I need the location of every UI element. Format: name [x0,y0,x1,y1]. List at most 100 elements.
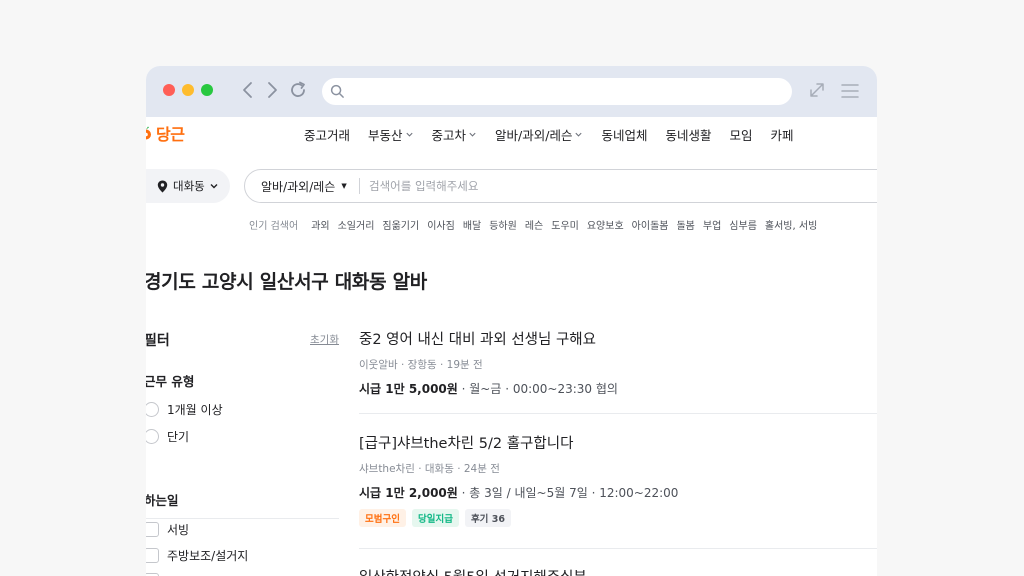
chevron-down-icon [210,184,218,189]
badge-same-day-pay: 당일지급 [411,509,459,527]
popular-searches: 인기 검색어 과외 소일거리 짐옮기기 이사짐 배달 등하원 레슨 도우미 요양… [249,217,825,232]
popular-search-item[interactable]: 등하원 [489,217,517,232]
nav-item-jobs[interactable]: 알바/과외/레슨 [495,125,583,144]
option-label: 주방보조/설거지 [167,549,249,563]
menu-icon[interactable] [841,82,859,100]
popular-search-item[interactable]: 홀서빙, 서빙 [765,217,817,232]
forward-icon[interactable] [261,79,283,101]
job-details: · 총 3일 / 내일~5월 7일 · 12:00~22:00 [457,486,679,500]
popular-search-item[interactable]: 짐옮기기 [382,217,419,232]
global-nav: 중고거래 부동산 중고차 알바/과외/레슨 동네업체 동네생활 모임 카페 [304,125,812,144]
option-label: 1개월 이상 [167,403,223,417]
job-type-option[interactable]: 서빙 [146,521,189,538]
nav-item-used-car[interactable]: 중고차 [432,125,478,144]
popular-searches-label: 인기 검색어 [249,221,299,232]
radio-button[interactable] [146,402,159,417]
popular-search-item[interactable]: 아이돌봄 [632,217,669,232]
chevron-down-icon [405,132,413,137]
badge-reviews: 후기 36 [464,509,511,527]
page-title: 경기도 고양시 일산서구 대화동 알바 [146,271,427,293]
nav-item-label: 알바/과외/레슨 [495,128,573,143]
popular-search-item[interactable]: 소일거리 [338,217,375,232]
work-type-option[interactable]: 단기 [146,428,189,445]
address-bar[interactable] [322,78,792,105]
nav-item-label: 중고차 [431,128,467,143]
nav-item-meetups[interactable]: 모임 [730,125,753,144]
close-window-button[interactable] [163,84,175,96]
nav-item-label: 카페 [770,128,794,143]
filter-divider [146,518,339,519]
popular-search-item[interactable]: 도우미 [551,217,579,232]
url-input[interactable] [350,78,780,105]
location-selector[interactable]: 대화동 [146,169,230,203]
back-icon[interactable] [237,79,259,101]
nav-item-label: 중고거래 [304,128,351,143]
nav-item-local-business[interactable]: 동네업체 [601,125,647,144]
popular-search-item[interactable]: 배달 [463,217,481,232]
search-input[interactable] [369,170,869,202]
job-card[interactable]: 중2 영어 내신 대비 과외 선생님 구해요 이웃알바 · 장항동 · 19분 … [359,328,877,397]
job-type-title: 하는일 [146,493,179,508]
search-category-select[interactable]: 알바/과외/레슨 ▼ [261,170,347,202]
search-box: 알바/과외/레슨 ▼ [244,169,877,203]
job-title[interactable]: 중2 영어 내신 대비 과외 선생님 구해요 [359,328,877,349]
nav-item-cafe[interactable]: 카페 [771,125,794,144]
job-divider [359,548,877,549]
job-divider [359,413,877,414]
nav-item-real-estate[interactable]: 부동산 [368,125,414,144]
work-type-option[interactable]: 1개월 이상 [146,401,223,418]
search-category-label: 알바/과외/레슨 [261,179,336,194]
browser-window: 당근 중고거래 부동산 중고차 알바/과외/레슨 동네업체 동네생활 모임 카페… [146,66,877,576]
job-card[interactable]: [급구]샤브the차린 5/2 홀구합니다 샤브the차린 · 대화동 · 24… [359,432,877,527]
search-divider [359,178,360,194]
job-type-option[interactable]: 주방보조/설거지 [146,547,248,564]
job-pay-line: 시급 1만 2,000원 · 총 3일 / 내일~5월 7일 · 12:00~2… [359,484,877,501]
job-title[interactable]: [급구]샤브the차린 5/2 홀구합니다 [359,432,877,453]
work-type-title: 근무 유형 [146,374,195,389]
carrot-logo-icon [146,126,151,140]
popular-search-item[interactable]: 부업 [703,217,721,232]
location-label: 대화동 [173,179,205,193]
nav-item-used-trade[interactable]: 중고거래 [304,125,350,144]
reload-icon[interactable] [287,79,309,101]
nav-item-label: 동네생활 [665,128,712,143]
nav-item-label: 동네업체 [601,128,648,143]
search-icon [330,84,344,98]
checkbox[interactable] [146,522,159,537]
job-title[interactable]: 일산한정양실 5월5일 성거지해주실분 [359,566,877,576]
radio-button[interactable] [146,429,159,444]
badge-exemplary: 모범구인 [359,509,406,527]
popular-search-item[interactable]: 이사짐 [427,217,455,232]
expand-icon[interactable] [808,81,826,99]
popular-search-item[interactable]: 레슨 [525,217,543,232]
job-meta: 이웃알바 · 장항동 · 19분 전 [359,359,483,371]
logo-text: 당근 [156,125,185,144]
job-details: · 월~금 · 00:00~23:30 협의 [457,382,618,396]
minimize-window-button[interactable] [182,84,194,96]
nav-item-label: 모임 [729,128,753,143]
job-card[interactable]: 일산한정양실 5월5일 성거지해주실분 [359,566,877,576]
job-pay: 시급 1만 2,000원 [359,486,458,500]
popular-search-item[interactable]: 돌봄 [676,217,694,232]
browser-titlebar [146,66,877,117]
chevron-down-icon [575,132,583,137]
job-pay: 시급 1만 5,000원 [359,382,458,396]
job-pay-line: 시급 1만 5,000원 · 월~금 · 00:00~23:30 협의 [359,380,877,397]
option-label: 단기 [167,430,190,444]
popular-search-item[interactable]: 과외 [311,217,329,232]
nav-item-label: 부동산 [368,128,403,143]
maximize-window-button[interactable] [201,84,213,96]
option-label: 서빙 [167,523,190,537]
job-badges: 모범구인 당일지급 후기 36 [359,509,877,527]
popular-search-item[interactable]: 요양보호 [587,217,624,232]
filter-reset-link[interactable]: 초기화 [310,332,339,347]
nav-item-local-life[interactable]: 동네생활 [666,125,712,144]
logo[interactable]: 당근 [146,122,185,144]
filter-title: 필터 [146,333,170,349]
caret-down-icon: ▼ [341,182,347,190]
location-pin-icon [157,180,168,192]
chevron-down-icon [469,132,476,137]
popular-search-item[interactable]: 심부름 [729,217,757,232]
checkbox[interactable] [146,548,159,563]
job-meta: 샤브the차린 · 대화동 · 24분 전 [359,463,500,475]
